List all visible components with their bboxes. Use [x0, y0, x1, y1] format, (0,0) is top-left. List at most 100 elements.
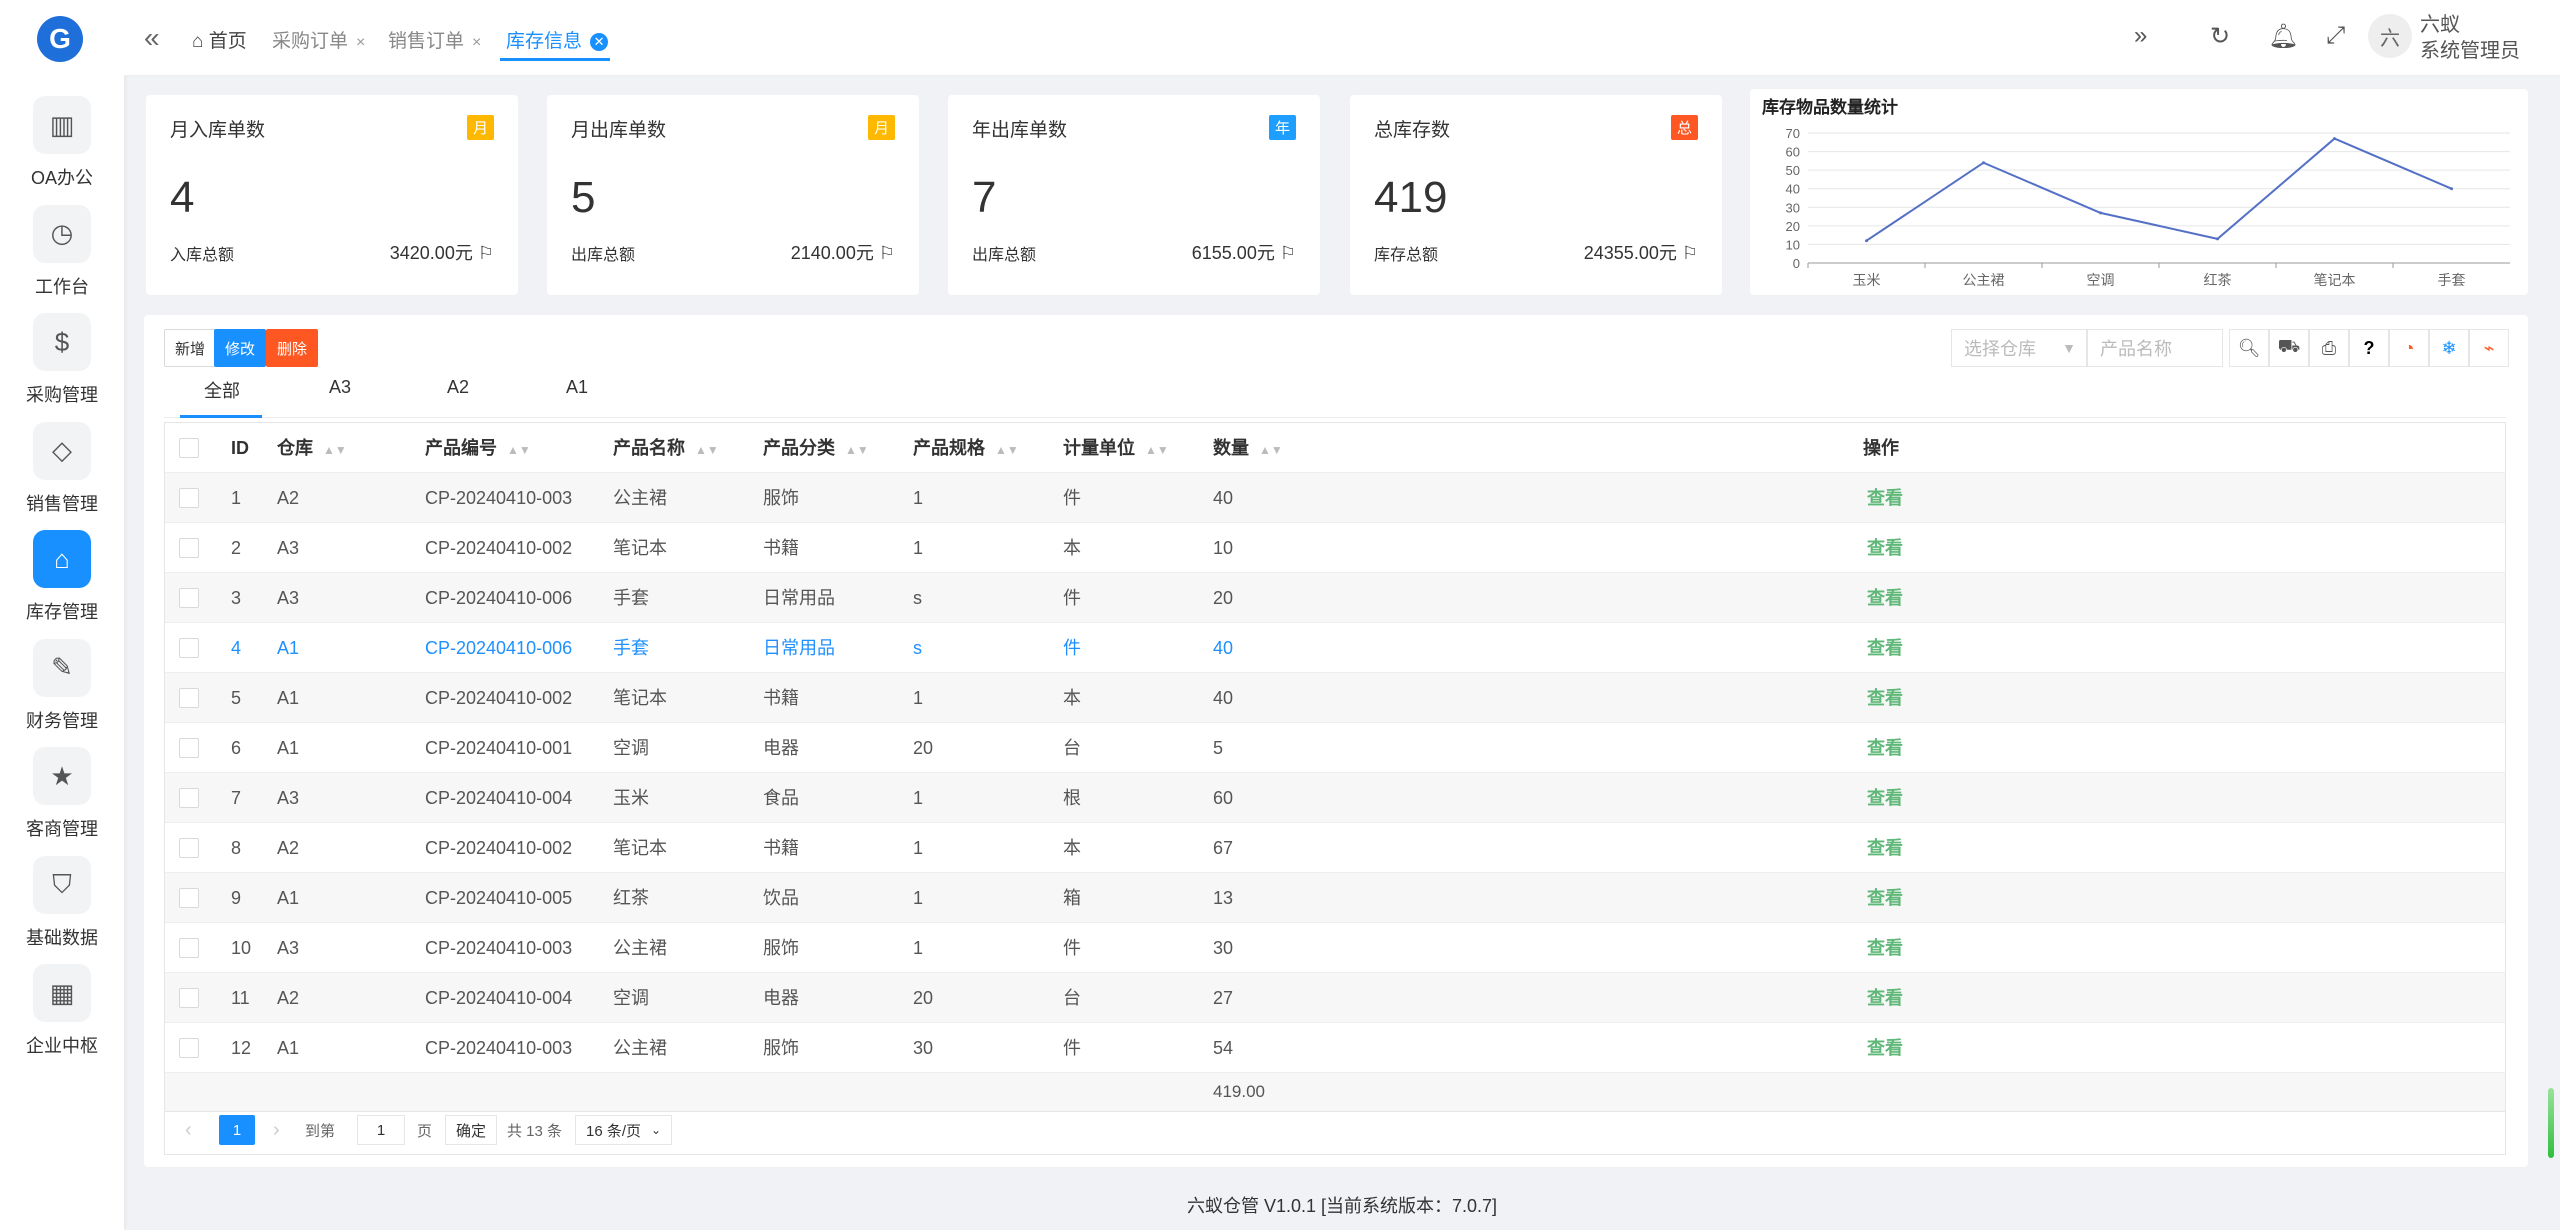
table-row[interactable]: 11 A2 CP-20240410-004 空调 电器 20 台 27 查看: [165, 973, 2505, 1023]
table-row[interactable]: 5 A1 CP-20240410-002 笔记本 书籍 1 本 40 查看: [165, 673, 2505, 723]
header-product-code[interactable]: 产品编号 ▲▼: [425, 423, 531, 473]
row-checkbox[interactable]: [179, 788, 199, 808]
add-button[interactable]: 新增: [164, 329, 217, 367]
goto-confirm-button[interactable]: 确定: [445, 1115, 498, 1145]
header-unit[interactable]: 计量单位 ▲▼: [1063, 423, 1169, 473]
app-logo[interactable]: G: [37, 16, 83, 62]
edit-button[interactable]: 修改: [214, 329, 267, 367]
sidebar-item-1[interactable]: ◷ 工作台: [0, 204, 124, 309]
refresh-icon[interactable]: ↻: [2210, 22, 2230, 51]
view-link[interactable]: 查看: [1867, 673, 1903, 723]
warehouse-select[interactable]: 选择仓库 ▼: [1951, 329, 2087, 367]
row-checkbox[interactable]: [179, 538, 199, 558]
row-checkbox[interactable]: [179, 938, 199, 958]
row-checkbox[interactable]: [179, 988, 199, 1008]
close-icon[interactable]: ×: [472, 34, 481, 51]
row-checkbox[interactable]: [179, 888, 199, 908]
table-row[interactable]: 12 A1 CP-20240410-003 公主裙 服饰 30 件 54 查看: [165, 1023, 2505, 1073]
search-icon[interactable]: 🔍︎: [2229, 329, 2269, 367]
view-link[interactable]: 查看: [1867, 823, 1903, 873]
table-row[interactable]: 3 A3 CP-20240410-006 手套 日常用品 s 件 20 查看: [165, 573, 2505, 623]
export-icon[interactable]: ⛟: [2269, 329, 2309, 367]
user-info[interactable]: 六蚁 系统管理员: [2420, 12, 2520, 64]
per-page-select[interactable]: 16 条/页 ⌄: [575, 1115, 673, 1145]
view-link[interactable]: 查看: [1867, 473, 1903, 523]
row-checkbox[interactable]: [179, 1038, 199, 1058]
select-all-checkbox[interactable]: [179, 438, 199, 458]
sidebar-item-0[interactable]: ▥ OA办公: [0, 96, 124, 200]
header-warehouse[interactable]: 仓库 ▲▼: [277, 423, 347, 473]
row-checkbox[interactable]: [179, 488, 199, 508]
subtab-a3[interactable]: A3: [329, 377, 351, 398]
fullscreen-icon[interactable]: ⤢: [2326, 22, 2345, 50]
table-row[interactable]: 10 A3 CP-20240410-003 公主裙 服饰 1 件 30 查看: [165, 923, 2505, 973]
tab-purchase-orders[interactable]: 采购订单 ×: [272, 26, 365, 53]
tab-inventory[interactable]: 库存信息 ✕: [506, 26, 609, 53]
sidebar-item-3[interactable]: ◇ 销售管理: [0, 421, 124, 526]
bell-icon[interactable]: 🔔︎: [2268, 22, 2298, 51]
table-row[interactable]: 9 A1 CP-20240410-005 红茶 饮品 1 箱 13 查看: [165, 873, 2505, 923]
scrollbar[interactable]: [2548, 1088, 2554, 1158]
close-icon[interactable]: ×: [356, 34, 365, 51]
header-product-name[interactable]: 产品名称 ▲▼: [613, 423, 719, 473]
view-link[interactable]: 查看: [1867, 923, 1903, 973]
prev-page-icon[interactable]: ‹: [185, 1115, 192, 1145]
gauge-icon[interactable]: ◔: [2389, 329, 2429, 367]
tab-home[interactable]: ⌂ 首页: [192, 26, 247, 53]
sort-icon[interactable]: ▲▼: [995, 443, 1019, 457]
table-row[interactable]: 2 A3 CP-20240410-002 笔记本 书籍 1 本 10 查看: [165, 523, 2505, 573]
sidebar-item-6[interactable]: ★ 客商管理: [0, 747, 124, 851]
snowflake-icon[interactable]: ❄: [2429, 329, 2469, 367]
sidebar-item-5[interactable]: ✎ 财务管理: [0, 638, 124, 743]
header-category[interactable]: 产品分类 ▲▼: [763, 423, 869, 473]
more-tabs-icon[interactable]: »: [2134, 22, 2147, 50]
sort-icon[interactable]: ▲▼: [1259, 443, 1283, 457]
subtab-a1[interactable]: A1: [566, 377, 588, 398]
row-checkbox[interactable]: [179, 638, 199, 658]
goto-page-input[interactable]: 1: [357, 1115, 405, 1145]
sidebar-item-4[interactable]: ⌂ 库存管理: [0, 530, 124, 634]
sidebar-item-2[interactable]: $ 采购管理: [0, 313, 124, 417]
table-cell: 40: [1213, 638, 1234, 658]
row-checkbox[interactable]: [179, 738, 199, 758]
sort-icon[interactable]: ▲▼: [323, 443, 347, 457]
view-link[interactable]: 查看: [1867, 773, 1903, 823]
table-row[interactable]: 7 A3 CP-20240410-004 玉米 食品 1 根 60 查看: [165, 773, 2505, 823]
close-icon[interactable]: ✕: [590, 32, 609, 51]
view-link[interactable]: 查看: [1867, 573, 1903, 623]
table-row[interactable]: 6 A1 CP-20240410-001 空调 电器 20 台 5 查看: [165, 723, 2505, 773]
view-link[interactable]: 查看: [1867, 723, 1903, 773]
sort-icon[interactable]: ▲▼: [695, 443, 719, 457]
sidebar-item-8[interactable]: ▦ 企业中枢: [0, 964, 124, 1068]
avatar[interactable]: 六: [2368, 14, 2412, 58]
sort-icon[interactable]: ▲▼: [845, 443, 869, 457]
tab-sales-orders[interactable]: 销售订单 ×: [388, 26, 481, 53]
page-1-button[interactable]: 1: [219, 1115, 255, 1145]
delete-button[interactable]: 删除: [266, 329, 319, 367]
table-row[interactable]: 8 A2 CP-20240410-002 笔记本 书籍 1 本 67 查看: [165, 823, 2505, 873]
view-link[interactable]: 查看: [1867, 1023, 1903, 1073]
view-link[interactable]: 查看: [1867, 523, 1903, 573]
subtab-all[interactable]: 全部: [204, 377, 240, 403]
row-checkbox[interactable]: [179, 838, 199, 858]
table-row[interactable]: 1 A2 CP-20240410-003 公主裙 服饰 1 件 40 查看: [165, 473, 2505, 523]
header-quantity[interactable]: 数量 ▲▼: [1213, 423, 1283, 473]
header-spec[interactable]: 产品规格 ▲▼: [913, 423, 1019, 473]
product-name-input[interactable]: 产品名称: [2087, 329, 2223, 367]
view-link[interactable]: 查看: [1867, 623, 1903, 673]
table-row[interactable]: 4 A1 CP-20240410-006 手套 日常用品 s 件 40 查看: [165, 623, 2505, 673]
print-icon[interactable]: ⎙: [2309, 329, 2349, 367]
row-checkbox[interactable]: [179, 588, 199, 608]
pulse-icon[interactable]: ⌁: [2469, 329, 2509, 367]
sort-icon[interactable]: ▲▼: [1145, 443, 1169, 457]
sidebar-item-7[interactable]: ⛉ 基础数据: [0, 855, 124, 960]
subtab-a2[interactable]: A2: [447, 377, 469, 398]
next-page-icon[interactable]: ›: [273, 1115, 280, 1145]
view-link[interactable]: 查看: [1867, 973, 1903, 1023]
row-checkbox[interactable]: [179, 688, 199, 708]
view-link[interactable]: 查看: [1867, 873, 1903, 923]
sort-icon[interactable]: ▲▼: [507, 443, 531, 457]
table-cell: 箱: [1063, 888, 1081, 908]
help-icon[interactable]: ?: [2349, 329, 2389, 367]
collapse-sidebar-icon[interactable]: «: [144, 22, 160, 54]
